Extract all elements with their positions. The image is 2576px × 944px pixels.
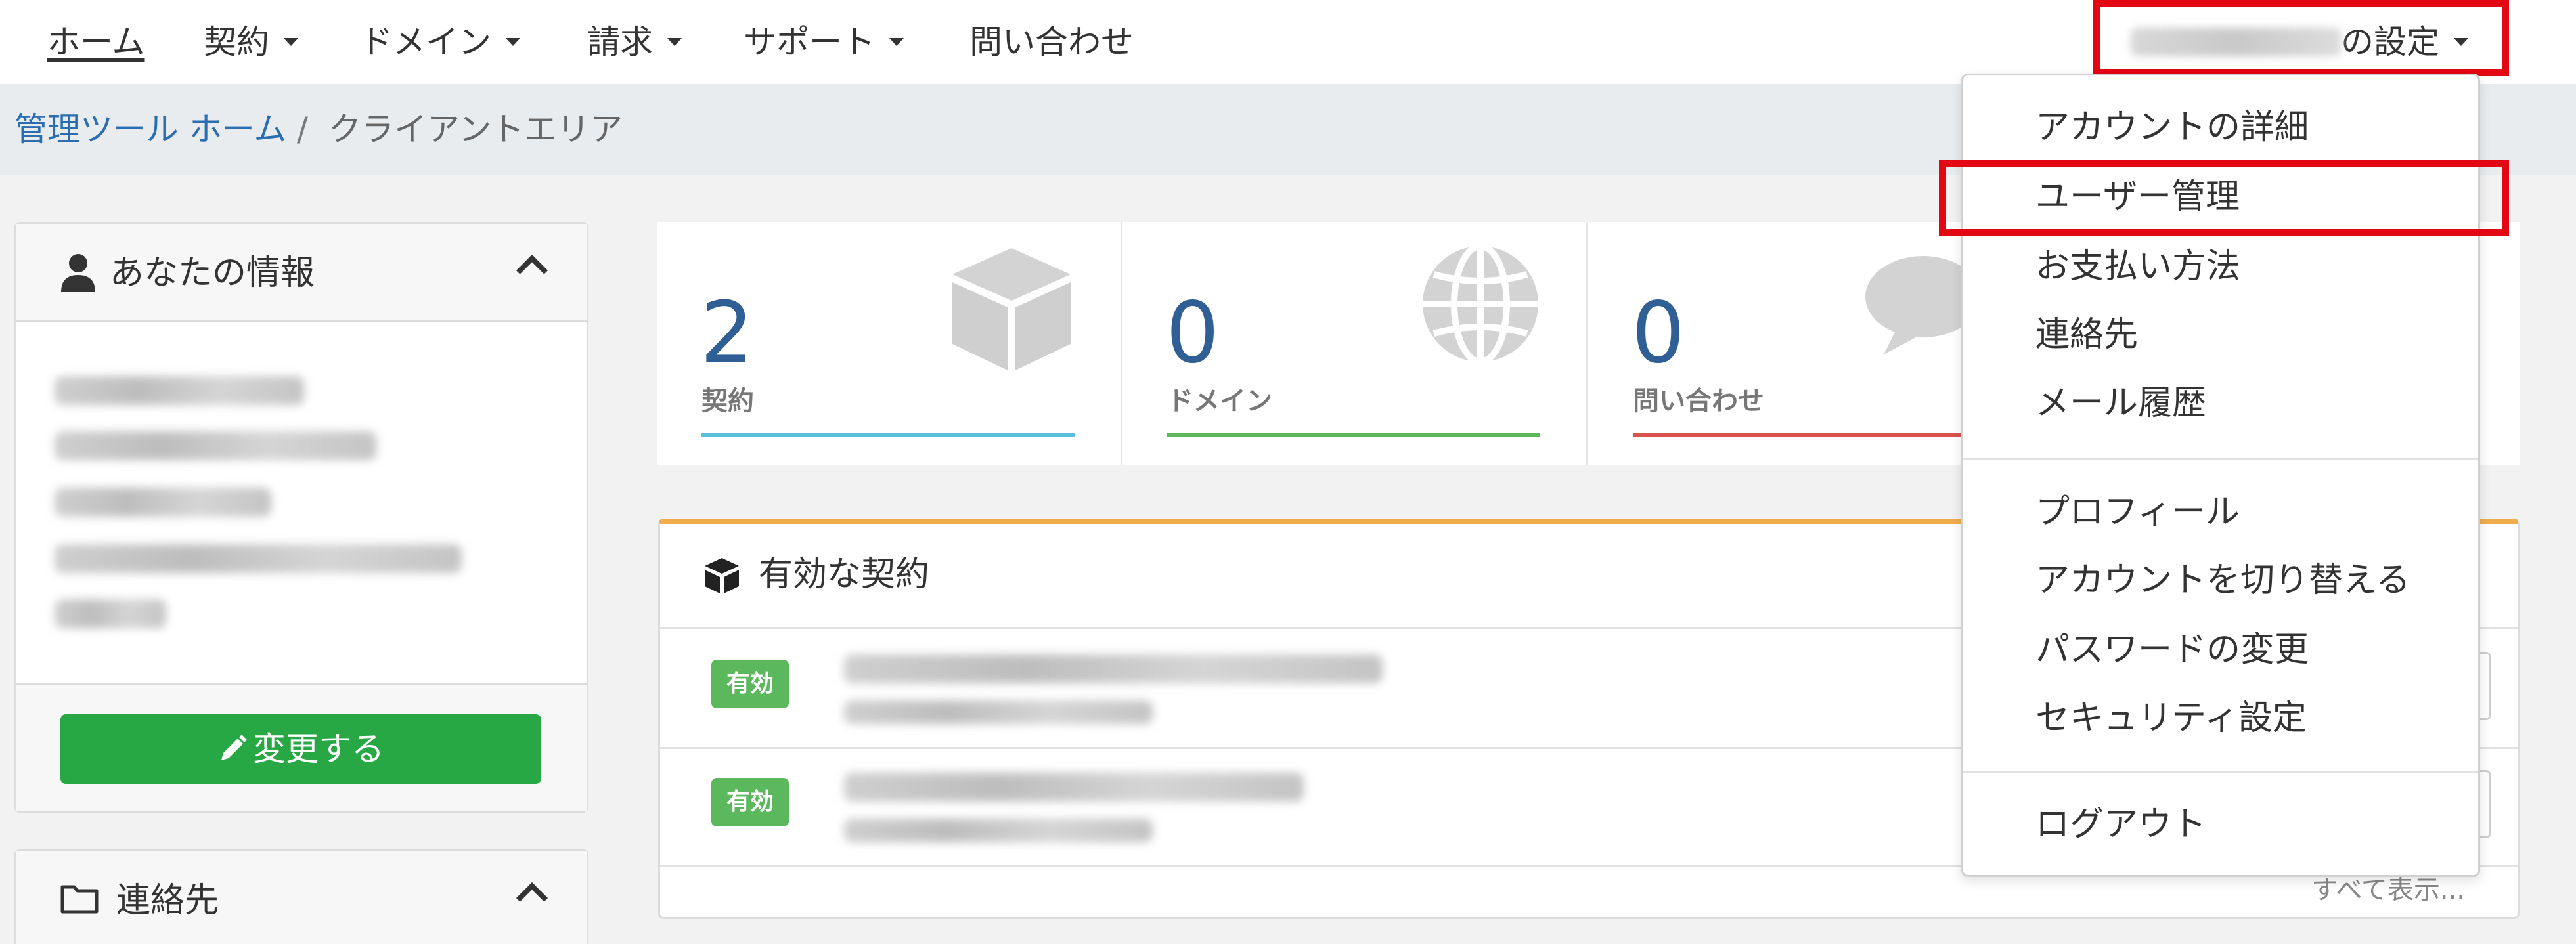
stat-value: 2 — [700, 284, 754, 382]
caret-down-icon — [667, 37, 682, 46]
stat-bar — [1167, 433, 1540, 437]
redacted-info-line — [55, 376, 304, 405]
menu-item-profile[interactable]: プロフィール — [2035, 489, 2240, 535]
contacts-title: 連絡先 — [116, 881, 219, 920]
user-icon — [61, 254, 95, 292]
breadcrumb-home-link[interactable]: 管理ツール ホーム — [14, 108, 286, 151]
menu-divider — [1963, 771, 2478, 773]
redacted-contract-name — [844, 773, 1304, 802]
nav-domains[interactable]: ドメイン — [360, 18, 520, 66]
breadcrumb-current: クライアントエリア — [328, 110, 623, 148]
redacted-info-line — [55, 431, 376, 460]
nav-support[interactable]: サポート — [744, 18, 904, 66]
nav-contracts-label: 契約 — [204, 23, 269, 61]
redacted-contract-domain — [844, 819, 1153, 842]
chevron-up-icon[interactable] — [516, 882, 548, 914]
your-info-title: あなたの情報 — [110, 253, 315, 293]
nav-support-label: サポート — [744, 23, 875, 61]
stat-label: ドメイン — [1167, 386, 1272, 416]
redacted-contract-domain — [844, 700, 1153, 724]
your-info-header[interactable]: あなたの情報 — [16, 224, 587, 322]
menu-item-logout[interactable]: ログアウト — [2035, 802, 2206, 847]
nav-home-label: ホーム — [47, 23, 145, 61]
menu-item-security-settings[interactable]: セキュリティ設定 — [2035, 695, 2307, 741]
redacted-info-line — [55, 599, 166, 628]
caret-down-icon — [889, 37, 904, 46]
nav-home[interactable]: ホーム — [47, 18, 145, 66]
nav-domains-label: ドメイン — [360, 23, 491, 61]
show-all-link[interactable]: すべて表示... — [2311, 874, 2465, 907]
chevron-up-icon[interactable] — [516, 254, 548, 287]
menu-item-change-password[interactable]: パスワードの変更 — [2035, 627, 2309, 673]
menu-item-payment-methods[interactable]: お支払い方法 — [2035, 244, 2240, 290]
edit-info-label: 変更する — [253, 731, 384, 767]
box-icon — [952, 248, 1071, 370]
menu-item-contacts[interactable]: 連絡先 — [2035, 312, 2138, 358]
menu-divider — [1963, 458, 2478, 460]
user-management-highlight-box — [1939, 160, 2509, 236]
caret-down-icon — [284, 37, 298, 46]
redacted-contract-name — [844, 654, 1383, 683]
menu-item-account-details[interactable]: アカウントの詳細 — [2035, 104, 2309, 150]
box-icon — [705, 558, 739, 593]
stat-label: 契約 — [701, 386, 754, 416]
globe-icon — [1423, 243, 1538, 365]
status-badge: 有効 — [711, 778, 789, 826]
nav-billing-label: 請求 — [587, 23, 653, 61]
stat-tile-contracts[interactable]: 2 契約 — [657, 222, 1121, 465]
nav-billing[interactable]: 請求 — [587, 18, 682, 66]
folder-icon — [60, 885, 99, 914]
menu-item-switch-account[interactable]: アカウントを切り替える — [2035, 557, 2410, 603]
pencil-icon — [221, 734, 247, 760]
nav-contact[interactable]: 問い合わせ — [969, 18, 1134, 66]
contacts-header[interactable]: 連絡先 — [16, 851, 587, 944]
settings-highlight-box — [2093, 0, 2509, 76]
stat-value: 0 — [1166, 284, 1220, 382]
menu-item-email-history[interactable]: メール履歴 — [2035, 380, 2206, 426]
redacted-info-line — [55, 488, 271, 517]
stat-label: 問い合わせ — [1633, 386, 1764, 416]
stat-value: 0 — [1632, 284, 1685, 382]
status-badge: 有効 — [711, 660, 789, 708]
redacted-info-line — [55, 544, 462, 573]
breadcrumb-separator: / — [297, 110, 308, 148]
nav-contact-label: 問い合わせ — [969, 23, 1134, 61]
edit-info-button[interactable]: 変更する — [60, 714, 541, 784]
stat-bar — [1633, 433, 1974, 437]
stat-bar — [701, 433, 1075, 437]
contacts-panel: 連絡先 — [14, 849, 588, 944]
caret-down-icon — [506, 37, 520, 46]
active-contracts-title: 有効な契約 — [759, 555, 930, 594]
nav-contracts[interactable]: 契約 — [204, 18, 298, 66]
stat-tile-domains[interactable]: 0 ドメイン — [1122, 222, 1586, 465]
